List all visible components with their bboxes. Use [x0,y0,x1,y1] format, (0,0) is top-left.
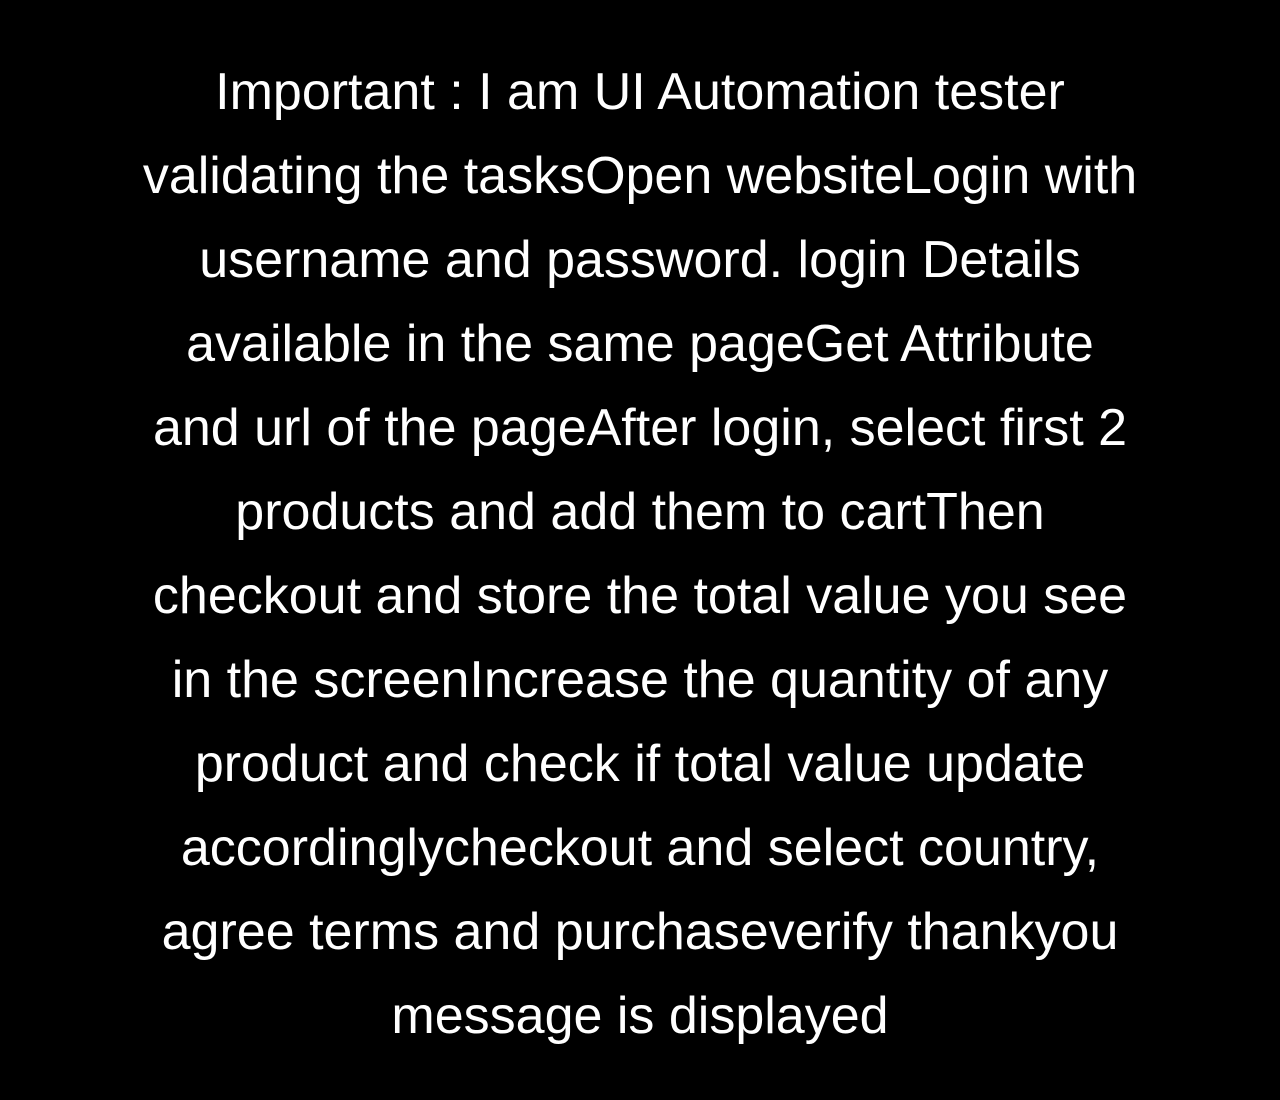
instruction-message: Important : I am UI Automation tester va… [142,63,1138,1045]
page-background: Important : I am UI Automation tester va… [0,0,1280,1100]
